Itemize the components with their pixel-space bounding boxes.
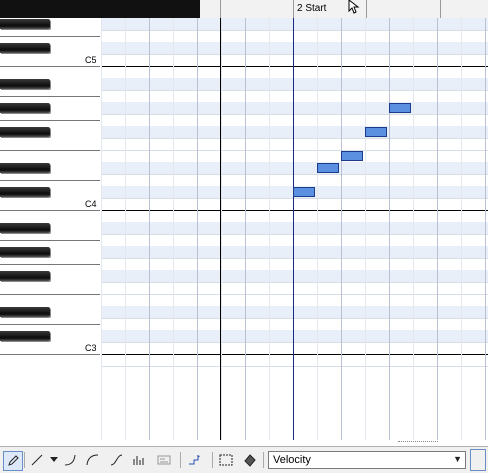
beat-line [485, 18, 486, 440]
octave-line [101, 210, 488, 211]
select-rect-icon[interactable] [217, 451, 235, 469]
dropdown-arrow-icon[interactable] [45, 451, 63, 469]
grid-subline [365, 18, 366, 440]
piano-roll-grid[interactable] [101, 18, 488, 440]
grid-subline [221, 18, 222, 440]
white-key-edge [0, 66, 100, 67]
edit-toolbar: Velocity ▼ [0, 446, 488, 473]
white-key-edge [0, 210, 100, 211]
midi-note[interactable] [341, 151, 363, 161]
velocity-bars-icon[interactable] [130, 451, 148, 469]
black-key[interactable] [0, 307, 50, 317]
beat-line [389, 18, 390, 440]
black-key[interactable] [0, 223, 50, 233]
beat-line [293, 18, 294, 440]
horizontal-scroll-grip[interactable] [398, 441, 438, 444]
midi-note[interactable] [389, 103, 411, 113]
white-key-edge [0, 354, 100, 355]
beat-line [437, 18, 438, 440]
grid-row [101, 354, 488, 367]
line-tool-icon[interactable] [28, 451, 46, 469]
black-key[interactable] [0, 247, 50, 257]
black-key[interactable] [0, 43, 50, 53]
black-key[interactable] [0, 271, 50, 281]
start-marker-label: 2 Start [297, 3, 327, 14]
controller-icon[interactable] [155, 451, 173, 469]
white-key-edge [0, 96, 100, 97]
black-key[interactable] [0, 79, 50, 89]
beat-line [245, 18, 246, 440]
midi-note[interactable] [365, 127, 387, 137]
controller-type-dropdown[interactable]: Velocity ▼ [268, 451, 466, 469]
black-key[interactable] [0, 19, 50, 29]
piano-keyboard[interactable]: C5 C4 C3 [0, 18, 102, 440]
dropdown-selected-value: Velocity [273, 454, 311, 466]
beat-line [149, 18, 150, 440]
white-key-edge [0, 36, 100, 37]
beat-line [220, 18, 221, 440]
erase-tool-icon[interactable] [241, 451, 259, 469]
quantize-icon[interactable] [186, 451, 204, 469]
black-key[interactable] [0, 163, 50, 173]
white-key-edge [0, 324, 100, 325]
grid-subline [461, 18, 462, 440]
midi-note[interactable] [317, 163, 339, 173]
beat-line [341, 18, 342, 440]
octave-label: C3 [85, 343, 97, 353]
grid-subline [173, 18, 174, 440]
white-key-edge [0, 240, 100, 241]
white-key-edge [0, 120, 100, 121]
black-key[interactable] [0, 331, 50, 341]
draw-tool-icon[interactable] [3, 451, 23, 471]
octave-line [101, 354, 488, 355]
chevron-down-icon: ▼ [453, 454, 462, 464]
white-key-edge [0, 264, 100, 265]
grid-subline [125, 18, 126, 440]
grid-subline [413, 18, 414, 440]
curve-b-icon[interactable] [84, 451, 102, 469]
curve-c-icon[interactable] [108, 451, 126, 469]
mouse-pointer-icon [348, 0, 360, 14]
white-key-edge [0, 180, 100, 181]
black-key[interactable] [0, 103, 50, 113]
octave-label: C4 [85, 199, 97, 209]
black-key[interactable] [0, 127, 50, 137]
curve-a-icon[interactable] [62, 451, 80, 469]
white-key-edge [0, 294, 100, 295]
midi-note[interactable] [293, 187, 315, 197]
octave-line [101, 66, 488, 67]
grid-subline [317, 18, 318, 440]
grid-subline [101, 18, 102, 440]
black-key[interactable] [0, 187, 50, 197]
white-key-edge [0, 150, 100, 151]
octave-label: C5 [85, 55, 97, 65]
panel-edge-button[interactable] [470, 449, 486, 471]
beat-line [197, 18, 198, 440]
grid-subline [269, 18, 270, 440]
